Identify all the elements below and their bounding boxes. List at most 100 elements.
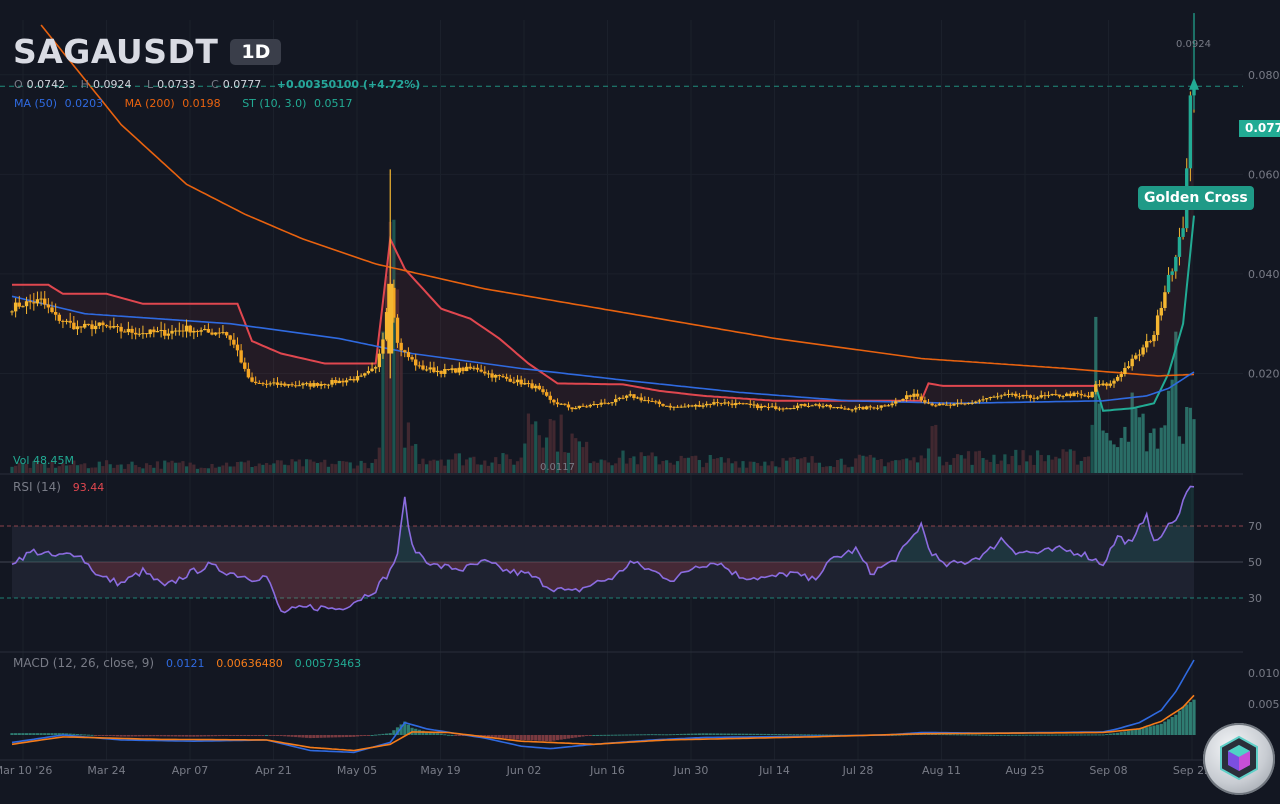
- volume-bar: [83, 463, 87, 473]
- macd-histogram-bar: [279, 735, 283, 737]
- candle-body: [224, 332, 229, 336]
- macd-histogram-bar: [697, 733, 701, 735]
- candle-body: [464, 366, 469, 372]
- candle-body: [1152, 334, 1156, 342]
- volume-bar: [755, 463, 760, 473]
- macd-histogram-bar: [810, 734, 814, 736]
- volume-bar: [861, 455, 865, 473]
- macd-histogram-bar: [334, 735, 338, 738]
- candle-body: [213, 332, 218, 335]
- candle-body: [657, 401, 662, 405]
- macd-histogram-bar: [981, 734, 985, 736]
- candle-body: [1083, 395, 1087, 397]
- macd-histogram-bar: [46, 733, 50, 735]
- chart-svg[interactable]: 0.020 0.040 0.060 0.080 0.0924 0.0117 30 50 70 0.…: [0, 0, 1280, 800]
- macd-histogram-bar: [1177, 710, 1182, 735]
- macd-value: 0.0121: [165, 657, 205, 670]
- volume-bar: [595, 462, 600, 473]
- candle-body: [908, 395, 913, 397]
- histogram-value: 0.00573463: [294, 657, 362, 670]
- volume-bar: [232, 466, 236, 473]
- volume-bar: [1137, 417, 1142, 473]
- candle-body: [57, 314, 61, 321]
- candle-body: [810, 405, 814, 407]
- macd-histogram-bar: [21, 733, 25, 735]
- volume-bar: [1061, 449, 1065, 473]
- volume-bar: [486, 465, 491, 473]
- ma50-label[interactable]: MA (50): [14, 97, 57, 110]
- supertrend-label[interactable]: ST (10, 3.0): [242, 97, 306, 110]
- volume-bar: [257, 463, 261, 473]
- candle-body: [726, 402, 731, 404]
- macd-histogram-bar: [454, 735, 458, 736]
- volume-bar: [301, 466, 305, 473]
- candle-body: [330, 380, 334, 385]
- candle-body: [387, 283, 394, 354]
- volume-bar: [748, 461, 752, 473]
- volume-label[interactable]: Vol: [13, 454, 29, 467]
- macd-histogram-bar: [1057, 734, 1062, 736]
- macd-histogram-bar: [166, 735, 170, 737]
- volume-bar: [901, 459, 905, 473]
- candle-body: [704, 403, 709, 406]
- volume-bar: [1156, 448, 1160, 473]
- volume-bar: [512, 464, 516, 473]
- candle-body: [563, 403, 567, 405]
- timeframe-badge[interactable]: 1D: [230, 38, 282, 65]
- candle-body: [275, 382, 280, 385]
- macd-histogram-bar: [1174, 714, 1178, 735]
- macd-histogram-bar: [985, 734, 989, 736]
- macd-histogram-bar: [541, 735, 545, 741]
- x-axis-label: Jun 16: [589, 764, 625, 777]
- macd-histogram-bar: [1046, 734, 1051, 736]
- volume-bar: [515, 461, 520, 473]
- candle-body: [130, 328, 134, 333]
- candle-body: [21, 306, 25, 308]
- volume-bar: [1181, 443, 1185, 473]
- macd-histogram-bar: [959, 734, 963, 736]
- macd-histogram-bar: [988, 734, 992, 736]
- macd-histogram-bar: [803, 734, 807, 736]
- volume-bar: [1101, 430, 1105, 473]
- rsi-label[interactable]: RSI (14): [13, 480, 61, 494]
- symbol-header: SAGAUSDT 1D: [13, 32, 282, 71]
- macd-histogram-bar: [526, 735, 531, 741]
- macd-histogram-bar: [308, 735, 312, 739]
- volume-bar: [90, 467, 94, 473]
- macd-histogram-bar: [221, 735, 225, 736]
- candle-body: [1119, 374, 1123, 377]
- macd-histogram-bar: [1148, 726, 1152, 735]
- macd-histogram-bar: [970, 734, 974, 736]
- candle-body: [90, 324, 94, 330]
- macd-label[interactable]: MACD (12, 26, close, 9): [13, 656, 154, 670]
- candle-body: [28, 301, 32, 303]
- candle-body: [479, 369, 483, 372]
- chart-area[interactable]: 0.020 0.040 0.060 0.080 0.0924 0.0117 30 50 70 0.…: [0, 0, 1280, 804]
- volume-bar: [403, 447, 407, 473]
- volume-bar: [679, 455, 683, 473]
- volume-bar: [344, 461, 349, 473]
- candle-body: [490, 373, 494, 378]
- volume-bar: [155, 461, 160, 473]
- macd-histogram-bar: [1010, 734, 1014, 736]
- rsi-legend: RSI (14) 93.44: [13, 480, 104, 494]
- ma200-label[interactable]: MA (200): [125, 97, 175, 110]
- volume-bar: [934, 424, 938, 473]
- macd-histogram-bar: [654, 734, 658, 736]
- candle-body: [1050, 394, 1054, 396]
- close-label: C: [211, 78, 219, 91]
- candle-body: [472, 367, 476, 369]
- volume-bar: [334, 464, 338, 473]
- volume-bar: [610, 465, 614, 473]
- candle-body: [919, 396, 923, 401]
- volume-bar: [646, 455, 651, 473]
- volume-bar: [472, 456, 476, 473]
- candle-body: [413, 359, 418, 366]
- volume-bar: [996, 463, 1000, 473]
- candle-body: [523, 383, 527, 385]
- macd-histogram-bar: [657, 734, 661, 736]
- candle-body: [715, 402, 720, 404]
- candle-body: [770, 406, 774, 408]
- ma200-value: 0.0198: [182, 97, 221, 110]
- candle-body: [1188, 95, 1193, 169]
